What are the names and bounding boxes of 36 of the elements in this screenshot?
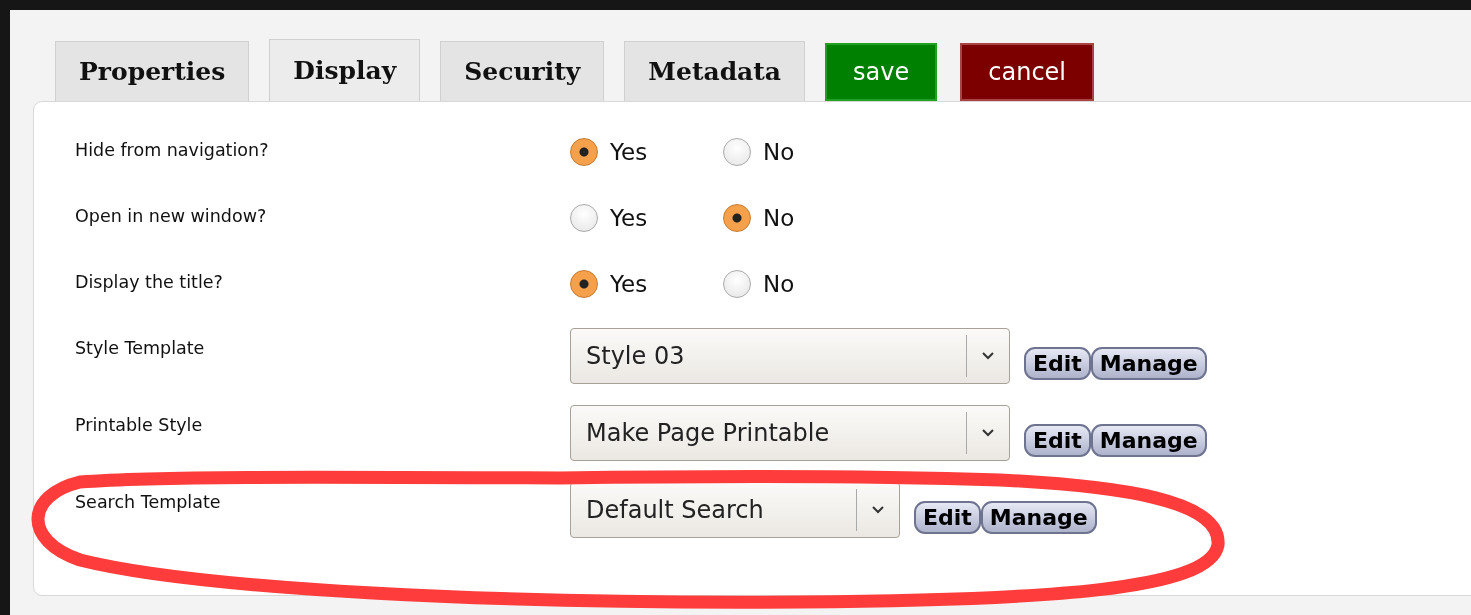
tab[interactable]: Display: [269, 39, 421, 101]
field-label: Hide from navigation?: [75, 139, 270, 160]
radio-button[interactable]: [570, 204, 598, 232]
caret-icon: [871, 505, 885, 515]
field-label: Search Template: [75, 491, 222, 512]
radio-button[interactable]: [723, 204, 751, 232]
edit-button[interactable]: Edit: [1024, 423, 1091, 457]
dropdown[interactable]: Make Page Printable: [570, 405, 1010, 461]
edit-button[interactable]: Edit: [914, 500, 981, 534]
manage-button[interactable]: Manage: [1090, 423, 1207, 457]
field-label: Display the title?: [75, 271, 224, 292]
radio-button[interactable]: [723, 138, 751, 166]
field-label: Open in new window?: [75, 205, 268, 226]
manage-button[interactable]: Manage: [980, 500, 1097, 534]
field-label: Style Template: [75, 337, 206, 358]
manage-button[interactable]: Manage: [1090, 346, 1207, 380]
cancel-button[interactable]: cancel: [960, 43, 1094, 101]
radio-option[interactable]: Yes: [570, 130, 723, 166]
dropdown[interactable]: Style 03: [570, 328, 1010, 384]
radio-option[interactable]: Yes: [570, 262, 723, 298]
field-label: Printable Style: [75, 414, 204, 435]
radio-option[interactable]: No: [723, 130, 876, 166]
radio-option[interactable]: Yes: [570, 196, 723, 232]
tab[interactable]: Properties: [55, 41, 250, 101]
radio-button[interactable]: [570, 270, 598, 298]
tab[interactable]: Security: [440, 41, 605, 101]
radio-option[interactable]: No: [723, 262, 876, 298]
radio-button[interactable]: [570, 138, 598, 166]
dropdown[interactable]: Default Search: [570, 482, 900, 538]
caret-icon: [981, 428, 995, 438]
caret-icon: [981, 351, 995, 361]
tab[interactable]: Metadata: [624, 41, 806, 101]
radio-option[interactable]: No: [723, 196, 876, 232]
edit-button[interactable]: Edit: [1024, 346, 1091, 380]
radio-button[interactable]: [723, 270, 751, 298]
save-button[interactable]: save: [825, 43, 938, 101]
